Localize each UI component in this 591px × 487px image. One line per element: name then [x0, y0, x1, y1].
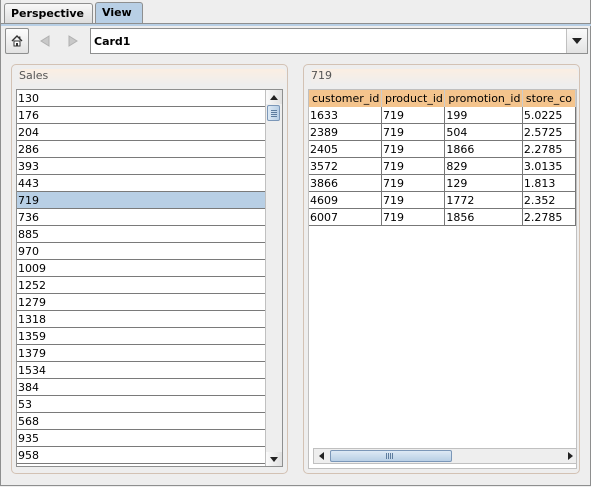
table-cell: 2.2785 [522, 140, 576, 158]
table-row[interactable]: 2389 719 504 2.5725 [309, 123, 576, 141]
list-item[interactable]: 1379 [17, 345, 266, 362]
list-item[interactable]: 384 [17, 379, 266, 396]
table-cell: 504 [444, 123, 523, 141]
detail-panel: 719 customer_id product_id promotion_id sto… [303, 64, 580, 474]
table-cell: 719 [381, 174, 446, 192]
detail-table-container: customer_id product_id promotion_id store_c… [308, 89, 577, 469]
list-item[interactable]: 885 [17, 226, 266, 243]
home-button[interactable] [5, 28, 29, 54]
list-item[interactable]: 393 [17, 158, 266, 175]
card-selector-dropdown-button[interactable] [566, 29, 587, 53]
list-item[interactable]: 1009 [17, 260, 266, 277]
tab-underline [1, 23, 591, 26]
table-cell: 3572 [309, 157, 383, 175]
back-button[interactable] [33, 28, 57, 54]
table-cell: 1856 [444, 208, 523, 226]
table-cell: 3.0135 [522, 157, 576, 175]
column-header[interactable]: customer_id [309, 90, 383, 107]
card-selector[interactable]: Card1 [90, 28, 588, 54]
list-item[interactable]: 443 [17, 175, 266, 192]
table-cell: 719 [381, 157, 446, 175]
column-header[interactable]: store_co [522, 90, 576, 107]
table-row[interactable]: 3866 719 129 1.813 [309, 174, 576, 192]
list-item[interactable]: 970 [17, 243, 266, 260]
horizontal-scroll-thumb[interactable] [330, 450, 452, 462]
toolbar: Card1 [5, 28, 588, 54]
list-item[interactable]: 958 [17, 447, 266, 464]
home-icon [11, 35, 23, 47]
table-cell: 1772 [444, 191, 523, 209]
column-header[interactable]: product_id [381, 90, 446, 107]
table-cell: 5.0225 [522, 107, 576, 124]
table-row[interactable]: 3572 719 829 3.0135 [309, 157, 576, 175]
table-cell: 2.352 [522, 191, 576, 209]
sales-list-items: 130 176 204 286 393 443 719 736 885 970 1009 1252 12… [17, 90, 266, 464]
list-item[interactable]: 1252 [17, 277, 266, 294]
forward-arrow-icon [68, 35, 78, 47]
table-cell: 2.5725 [522, 123, 576, 141]
table-row[interactable]: 6007 719 1856 2.2785 [309, 208, 576, 226]
horizontal-scrollbar[interactable] [313, 448, 576, 464]
table-header-row: customer_id product_id promotion_id store_c… [309, 90, 576, 107]
table-cell: 2.2785 [522, 208, 576, 226]
table-cell: 2405 [309, 140, 383, 158]
table-cell: 199 [444, 107, 523, 124]
table-cell: 719 [381, 191, 446, 209]
tab-perspective[interactable]: Perspective [4, 3, 93, 24]
table-cell: 1633 [309, 107, 383, 124]
scroll-left-icon [318, 452, 324, 460]
vertical-scrollbar[interactable] [265, 90, 282, 466]
list-item[interactable]: 1318 [17, 311, 266, 328]
table-cell: 719 [381, 140, 446, 158]
list-item[interactable]: 53 [17, 396, 266, 413]
back-arrow-icon [40, 35, 50, 47]
scroll-up-icon [270, 94, 278, 100]
table-cell: 829 [444, 157, 523, 175]
scroll-right-icon [567, 452, 573, 460]
list-item[interactable]: 568 [17, 413, 266, 430]
list-item[interactable]: 130 [17, 90, 266, 107]
list-item[interactable]: 719 [17, 192, 266, 209]
detail-table: customer_id product_id promotion_id store_c… [309, 90, 576, 226]
vertical-scroll-thumb[interactable] [267, 105, 280, 121]
forward-button[interactable] [61, 28, 85, 54]
sales-list: 130 176 204 286 393 443 719 736 885 970 1009 1252 12… [16, 89, 283, 467]
table-cell: 719 [381, 107, 446, 124]
table-cell: 4609 [309, 191, 383, 209]
table-cell: 1866 [444, 140, 523, 158]
scroll-down-icon [270, 456, 278, 462]
list-item[interactable]: 935 [17, 430, 266, 447]
app-window: Perspective View Card1 Sales 130 176 204… [0, 0, 591, 486]
chevron-down-icon [572, 38, 582, 44]
scroll-up-button[interactable] [266, 90, 282, 104]
list-item[interactable]: 286 [17, 141, 266, 158]
list-item[interactable]: 176 [17, 107, 266, 124]
table-row[interactable]: 1633 719 199 5.0225 [309, 107, 576, 124]
table-row[interactable]: 2405 719 1866 2.2785 [309, 140, 576, 158]
scroll-down-button[interactable] [266, 452, 282, 466]
sales-panel-title: Sales [19, 69, 286, 85]
list-item[interactable]: 204 [17, 124, 266, 141]
list-item[interactable]: 1359 [17, 328, 266, 345]
table-row[interactable]: 4609 719 1772 2.352 [309, 191, 576, 209]
table-cell: 1.813 [522, 174, 576, 192]
list-item[interactable]: 1534 [17, 362, 266, 379]
list-item[interactable]: 1279 [17, 294, 266, 311]
list-item[interactable]: 736 [17, 209, 266, 226]
scroll-left-button[interactable] [314, 449, 328, 463]
tab-bar: Perspective View [1, 0, 591, 26]
sales-panel: Sales 130 176 204 286 393 443 719 736 885 970 1009… [11, 64, 288, 474]
table-cell: 719 [381, 123, 446, 141]
table-cell: 3866 [309, 174, 383, 192]
detail-panel-title: 719 [311, 69, 578, 85]
table-cell: 6007 [309, 208, 383, 226]
table-cell: 129 [444, 174, 523, 192]
card-selector-value: Card1 [94, 35, 131, 48]
table-cell: 719 [381, 208, 446, 226]
tab-view[interactable]: View [95, 2, 143, 24]
table-cell: 2389 [309, 123, 383, 141]
column-header[interactable]: promotion_id [444, 90, 523, 107]
scroll-right-button[interactable] [563, 449, 576, 463]
